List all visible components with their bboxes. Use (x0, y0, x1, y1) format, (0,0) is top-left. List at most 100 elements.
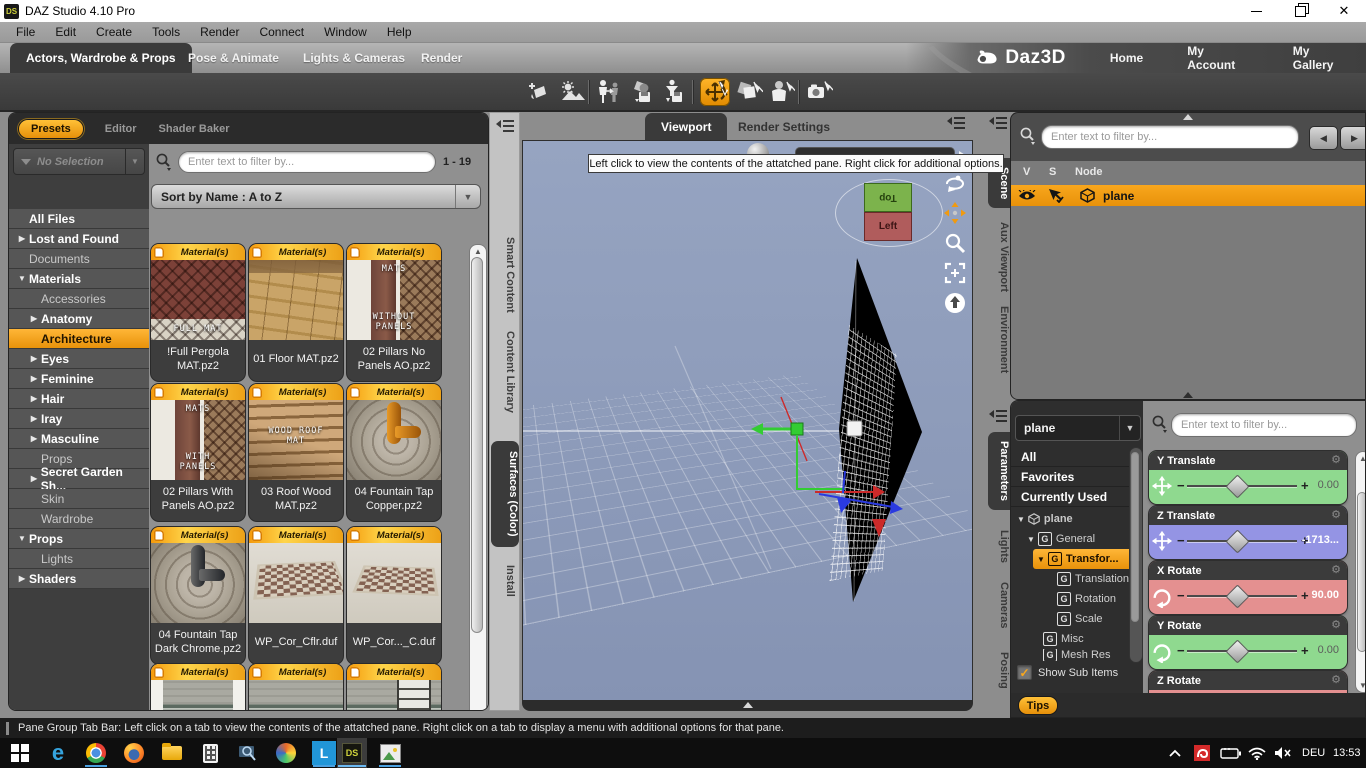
pan-camera-icon[interactable] (943, 201, 967, 225)
menu-help[interactable]: Help (377, 23, 422, 41)
battery-tray-icon[interactable] (1220, 738, 1242, 768)
tab-render-settings[interactable]: Render Settings (722, 113, 846, 140)
search-icon[interactable] (1019, 126, 1037, 146)
tab-actors-wardrobe-props[interactable]: Actors, Wardrobe & Props (10, 43, 192, 73)
pane-options-icon[interactable] (495, 118, 515, 135)
asset-card-floor-mat[interactable]: Material(s) 01 Floor MAT.pz2 (249, 244, 343, 381)
viewport-3d[interactable]: Top Left (522, 140, 973, 703)
gear-icon[interactable]: ⚙ (1331, 455, 1341, 466)
new-environment-icon[interactable] (558, 78, 588, 106)
tab-editor[interactable]: Editor (105, 123, 137, 135)
tray-chevron-icon[interactable] (1168, 738, 1182, 768)
prev-node-button[interactable]: ◀ (1309, 126, 1338, 150)
firefox-icon[interactable] (122, 741, 146, 765)
slider-increment[interactable]: + (1301, 589, 1309, 602)
slider-decrement[interactable]: − (1177, 534, 1185, 547)
menu-create[interactable]: Create (86, 23, 142, 41)
slider-handle[interactable] (1225, 584, 1250, 609)
transfer-character-icon[interactable] (594, 78, 624, 106)
viewcube-left-face[interactable]: Left (864, 212, 912, 241)
calculator-icon[interactable] (198, 741, 222, 765)
asset-card-wall-2[interactable]: Material(s) (249, 664, 343, 710)
tab-environment[interactable]: Environment (988, 306, 1010, 373)
slider-handle[interactable] (1225, 474, 1250, 499)
tab-lights-cameras[interactable]: Lights & Cameras (287, 43, 421, 73)
node-selector-dropdown[interactable]: plane ▼ (1015, 415, 1141, 441)
scrollbar-thumb[interactable] (1357, 492, 1365, 652)
tab-cameras[interactable]: Cameras (988, 582, 1010, 628)
asset-card-wall-window[interactable]: Material(s) (347, 664, 441, 710)
tree-item-accessories[interactable]: Accessories (9, 289, 149, 309)
link-my-gallery[interactable]: My Gallery (1293, 44, 1348, 72)
group-all[interactable]: All (1011, 447, 1131, 467)
volume-muted-icon[interactable] (1274, 738, 1292, 768)
asset-card-tap-copper[interactable]: Material(s) 04 Fountain Tap Copper.pz2 (347, 384, 441, 521)
selectable-pointer-icon[interactable] (1048, 188, 1064, 203)
slider-x-rotate[interactable]: X Rotate ⚙ − + 90.00 (1149, 561, 1347, 614)
pane-options-icon[interactable] (988, 408, 1008, 425)
asset-card-wp-cor-cflr[interactable]: Material(s) WP_Cor_Cflr.duf (249, 527, 343, 664)
libreoffice-icon[interactable]: L (312, 741, 336, 765)
slider-increment[interactable]: + (1301, 644, 1309, 657)
gear-icon[interactable]: ⚙ (1331, 510, 1341, 521)
asset-card-full-pergola[interactable]: FULL MAT Material(s) !Full Pergola MAT.p… (151, 244, 245, 381)
dock-tab-content-library[interactable]: Content Library (492, 331, 516, 413)
param-tree-general[interactable]: ▼ G General (1011, 529, 1147, 549)
slider-y-translate[interactable]: Y Translate ⚙ − + 0.00 (1149, 451, 1347, 504)
slider-value[interactable]: -1713... (1302, 534, 1339, 546)
tree-item-lost-and-found[interactable]: ▶ Lost and Found (9, 229, 149, 249)
tab-render[interactable]: Render (405, 43, 478, 73)
slider-value[interactable]: 0.00 (1318, 644, 1339, 656)
dock-tab-surfaces-color[interactable]: Surfaces (Color) (491, 441, 519, 547)
wifi-tray-icon[interactable] (1248, 738, 1266, 768)
slider-decrement[interactable]: − (1177, 589, 1185, 602)
scroll-down-icon[interactable]: ▼ (1356, 681, 1365, 690)
tree-item-all-files[interactable]: All Files (9, 209, 149, 229)
chrome-icon[interactable] (84, 741, 108, 765)
scroll-up-icon[interactable]: ▲ (470, 247, 486, 256)
asset-card-pillars-with-panels[interactable]: MATS WITH PANELS Material(s) 02 Pillars … (151, 384, 245, 521)
clock[interactable]: 13:53 (1333, 738, 1361, 768)
parameters-filter-input[interactable] (1171, 413, 1357, 437)
tree-item-feminine[interactable]: ▶ Feminine (9, 369, 149, 389)
pane-options-icon[interactable] (988, 115, 1008, 132)
link-home[interactable]: Home (1110, 51, 1143, 65)
gear-icon[interactable]: ⚙ (1331, 675, 1341, 686)
asset-card-tap-chrome[interactable]: Material(s) 04 Fountain Tap Dark Chrome.… (151, 527, 245, 664)
tree-item-secret-garden[interactable]: ▶ Secret Garden Sh... (9, 465, 149, 493)
node-selection-tool-icon[interactable] (766, 78, 796, 106)
scroll-up-icon[interactable]: ▲ (1356, 454, 1365, 463)
slider-handle[interactable] (1225, 639, 1250, 664)
visibility-eye-icon[interactable] (1018, 189, 1036, 202)
search-icon[interactable] (155, 152, 173, 172)
pane-resize-handle[interactable] (1183, 392, 1193, 398)
tab-posing[interactable]: Posing (988, 652, 1010, 689)
slider-z-translate[interactable]: Z Translate ⚙ − + -1713... (1149, 506, 1347, 559)
slider-decrement[interactable]: − (1177, 644, 1185, 657)
library-scrollbar[interactable]: ▲ ▼ (469, 244, 487, 710)
tree-item-props-root[interactable]: ▼ Props (9, 529, 149, 549)
tips-button[interactable]: Tips (1019, 697, 1057, 714)
selection-dropdown[interactable]: No Selection ▼ (13, 148, 145, 175)
slider-y-rotate[interactable]: Y Rotate ⚙ − + 0.00 (1149, 616, 1347, 669)
reset-camera-icon[interactable] (943, 291, 967, 315)
asset-card-roof-wood[interactable]: WOOD ROOF MAT Material(s) 03 Roof Wood M… (249, 384, 343, 521)
group-scrollbar[interactable] (1129, 447, 1143, 663)
zoom-icon[interactable] (943, 231, 967, 255)
dock-tab-install[interactable]: Install (492, 565, 516, 597)
group-currently-used[interactable]: Currently Used (1011, 487, 1131, 507)
tree-item-wardrobe[interactable]: Wardrobe (9, 509, 149, 529)
next-node-button[interactable]: ▶ (1340, 126, 1365, 150)
sort-dropdown[interactable]: Sort by Name : A to Z ▼ (151, 184, 481, 209)
gear-icon[interactable]: ⚙ (1331, 620, 1341, 631)
krita-icon[interactable] (274, 741, 298, 765)
asset-card-pillars-no-panels[interactable]: MATS WITHOUT PANELS Material(s) 02 Pilla… (347, 244, 441, 381)
universal-tool-icon[interactable] (700, 78, 730, 106)
menu-edit[interactable]: Edit (45, 23, 86, 41)
dock-tab-smart-content[interactable]: Smart Content (492, 237, 516, 313)
avira-tray-icon[interactable] (1194, 738, 1210, 768)
search-icon[interactable] (1151, 414, 1169, 434)
scene-node-row-plane[interactable]: plane (1011, 185, 1365, 206)
menu-window[interactable]: Window (314, 23, 377, 41)
tree-item-lights[interactable]: Lights (9, 549, 149, 569)
